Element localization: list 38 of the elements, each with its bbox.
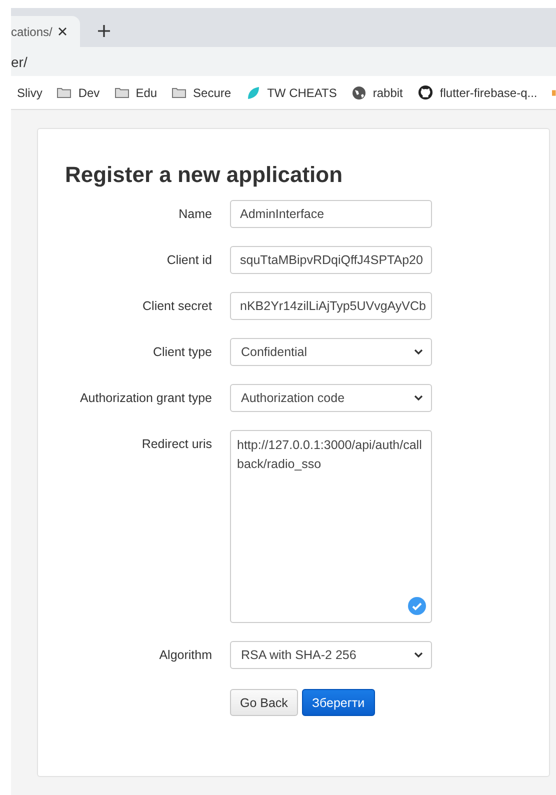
bookmark-link[interactable]: TW CHEATS — [246, 86, 337, 100]
globe-icon — [352, 86, 366, 100]
field-label: Client type — [152, 344, 212, 359]
select-field[interactable]: RSA with SHA-2 256 — [230, 641, 432, 669]
plus-icon[interactable] — [98, 25, 110, 37]
text-field[interactable]: nKB2Yr14zilLiAjTyp5UVvgAyVCb — [230, 292, 432, 320]
field-label: Authorization grant type — [78, 390, 212, 405]
browser-tab[interactable]: cations/ — [11, 16, 80, 47]
bookmark-link[interactable]: rabbit — [352, 86, 403, 100]
select-field[interactable]: Confidential — [230, 338, 432, 366]
bookmark-link[interactable]: Secure — [172, 86, 232, 100]
cat-logo-icon — [418, 85, 433, 100]
back-button[interactable]: Go Back — [230, 689, 298, 716]
select-field[interactable]: Authorization code — [230, 384, 432, 412]
field-label: Redirect uris — [140, 436, 212, 451]
chevron-icon — [414, 349, 423, 355]
leaf-icon — [246, 86, 260, 100]
text-area[interactable]: http://127.0.0.1:3000/api/auth/callback/radio_sso — [230, 430, 432, 623]
folder-icon — [114, 87, 129, 98]
folder-icon — [57, 87, 72, 98]
field-label: Name — [178, 206, 212, 221]
field-label: Client id — [166, 252, 212, 267]
folder-icon — [172, 87, 186, 98]
bookmark-link[interactable]: Edu — [114, 86, 158, 100]
text-field[interactable]: AdminInterface — [230, 200, 432, 228]
chevron-icon — [414, 652, 423, 658]
save-button[interactable]: Зберегти — [302, 689, 375, 716]
address-field[interactable]: er/ — [11, 54, 28, 70]
page-title: Register a new application — [65, 162, 344, 188]
field-label: Client secret — [142, 298, 212, 313]
check-icon — [408, 597, 426, 615]
bookmark-link[interactable]: flutter-firebase-q... — [418, 85, 538, 100]
chevron-icon — [414, 395, 423, 401]
text-field[interactable]: squTtaMBipvRDqiQffJ4SPTAp20 — [230, 246, 432, 274]
bookmark-link[interactable]: Dev — [57, 86, 100, 100]
bookmark-link[interactable]: Slivy — [17, 86, 42, 100]
close-icon[interactable] — [58, 27, 68, 36]
field-label: Algorithm — [158, 647, 212, 662]
